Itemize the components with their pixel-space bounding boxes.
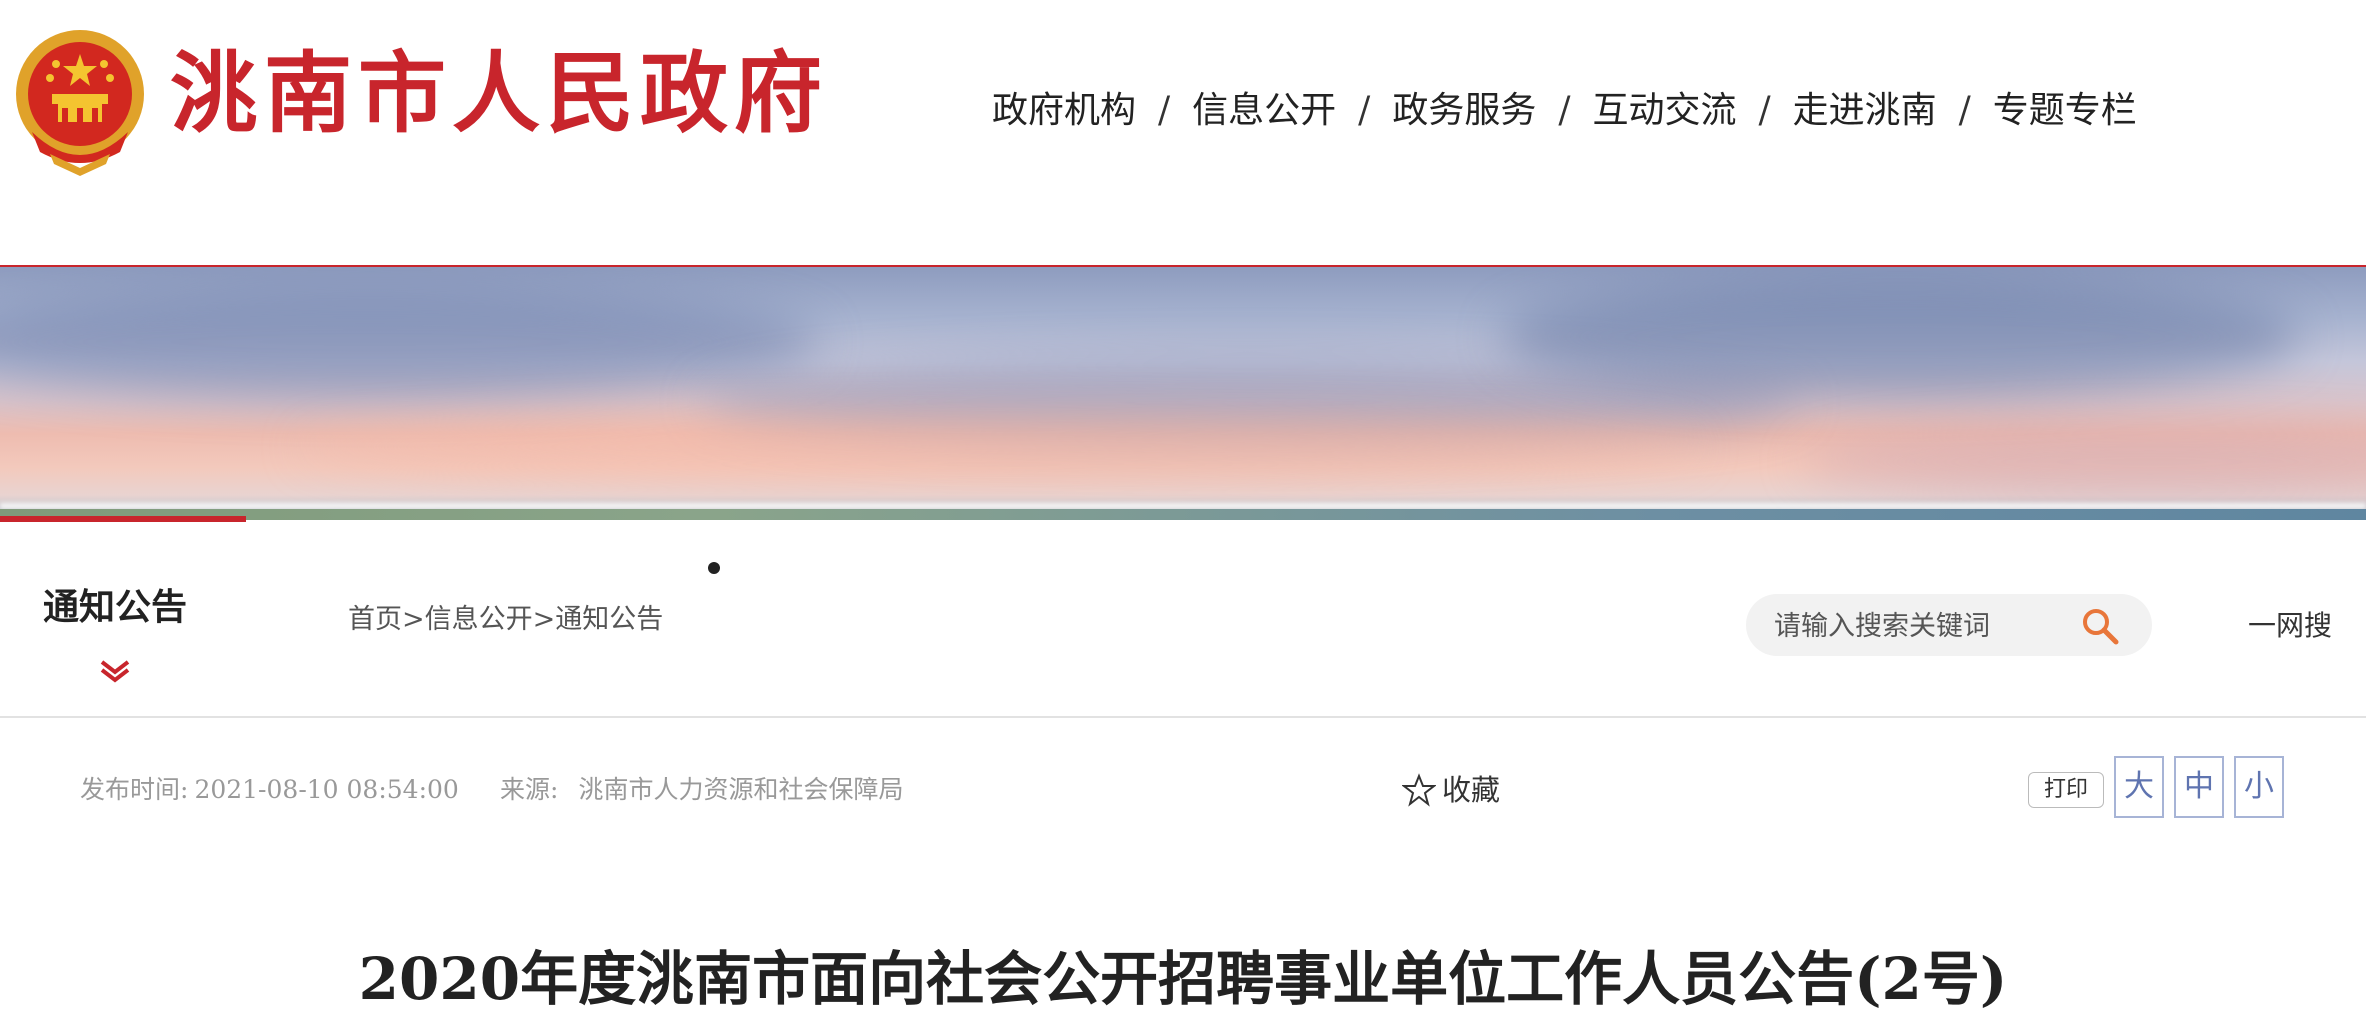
one-search-link[interactable]: 一网搜 [2248,606,2332,646]
nav-separator: / [1958,90,1971,131]
font-size-medium-button[interactable]: 中 [2174,756,2224,818]
nav-separator: / [1558,90,1571,131]
nav-item-interaction[interactable]: 互动交流 [1592,88,1736,134]
source-value: 洮南市人力资源和社会保障局 [578,775,904,804]
nav-item-about-taonan[interactable]: 走进洮南 [1793,88,1937,134]
breadcrumb-current[interactable]: 通知公告 [555,604,663,635]
carousel-dot[interactable] [708,562,720,574]
nav-separator: / [1358,90,1371,131]
search-box [1746,594,2152,656]
publish-time-value: 2021-08-10 08:54:00 [194,775,459,804]
sky-banner-image [0,267,2366,545]
star-icon [1402,773,1436,807]
nav-separator: / [1158,90,1171,131]
main-nav: 政府机构 / 信息公开 / 政务服务 / 互动交流 / 走进洮南 / 专题专栏 [992,88,2137,134]
source-label: 来源: [500,775,559,804]
article-meta-row: 发布时间: 2021-08-10 08:54:00 来源: 洮南市人力资源和社会保障… [0,756,2366,820]
nav-item-government-services[interactable]: 政务服务 [1392,88,1536,134]
breadcrumb-information-disclosure[interactable]: 信息公开 [425,604,533,635]
section-tab-label: 通知公告 [42,586,187,628]
publish-time-label: 发布时间: [80,775,189,804]
publish-time: 发布时间: 2021-08-10 08:54:00 [80,770,459,810]
site-header: 洮南市人民政府 政府机构 / 信息公开 / 政务服务 / 互动交流 / 走进洮南… [0,0,2366,266]
search-icon[interactable] [2080,606,2120,646]
article-title: 2020年度洮南市面向社会公开招聘事业单位工作人员公告(2号) [358,945,2008,1013]
chevron-down-icon[interactable] [100,660,130,684]
nav-item-information-disclosure[interactable]: 信息公开 [1192,88,1336,134]
nav-item-special-topics[interactable]: 专题专栏 [1993,88,2137,134]
nav-item-government-agencies[interactable]: 政府机构 [992,88,1136,134]
breadcrumb-home[interactable]: 首页 [348,604,402,635]
national-emblem-icon[interactable] [10,28,150,178]
favorite-label: 收藏 [1442,773,1501,807]
favorite-button[interactable]: 收藏 [1402,770,1500,810]
breadcrumb-separator: > [532,604,556,635]
print-button[interactable]: 打印 [2028,772,2104,808]
site-title[interactable]: 洮南市人民政府 [170,50,828,138]
breadcrumb: 首页>信息公开>通知公告 [348,600,663,640]
nav-separator: / [1758,90,1771,131]
article-source: 来源: 洮南市人力资源和社会保障局 [500,770,903,810]
subbar-divider [0,716,2366,718]
breadcrumb-separator: > [402,604,425,635]
search-input[interactable] [1772,602,2076,650]
section-tab[interactable]: 通知公告 [0,516,246,716]
font-size-small-button[interactable]: 小 [2234,756,2284,818]
font-size-large-button[interactable]: 大 [2114,756,2164,818]
